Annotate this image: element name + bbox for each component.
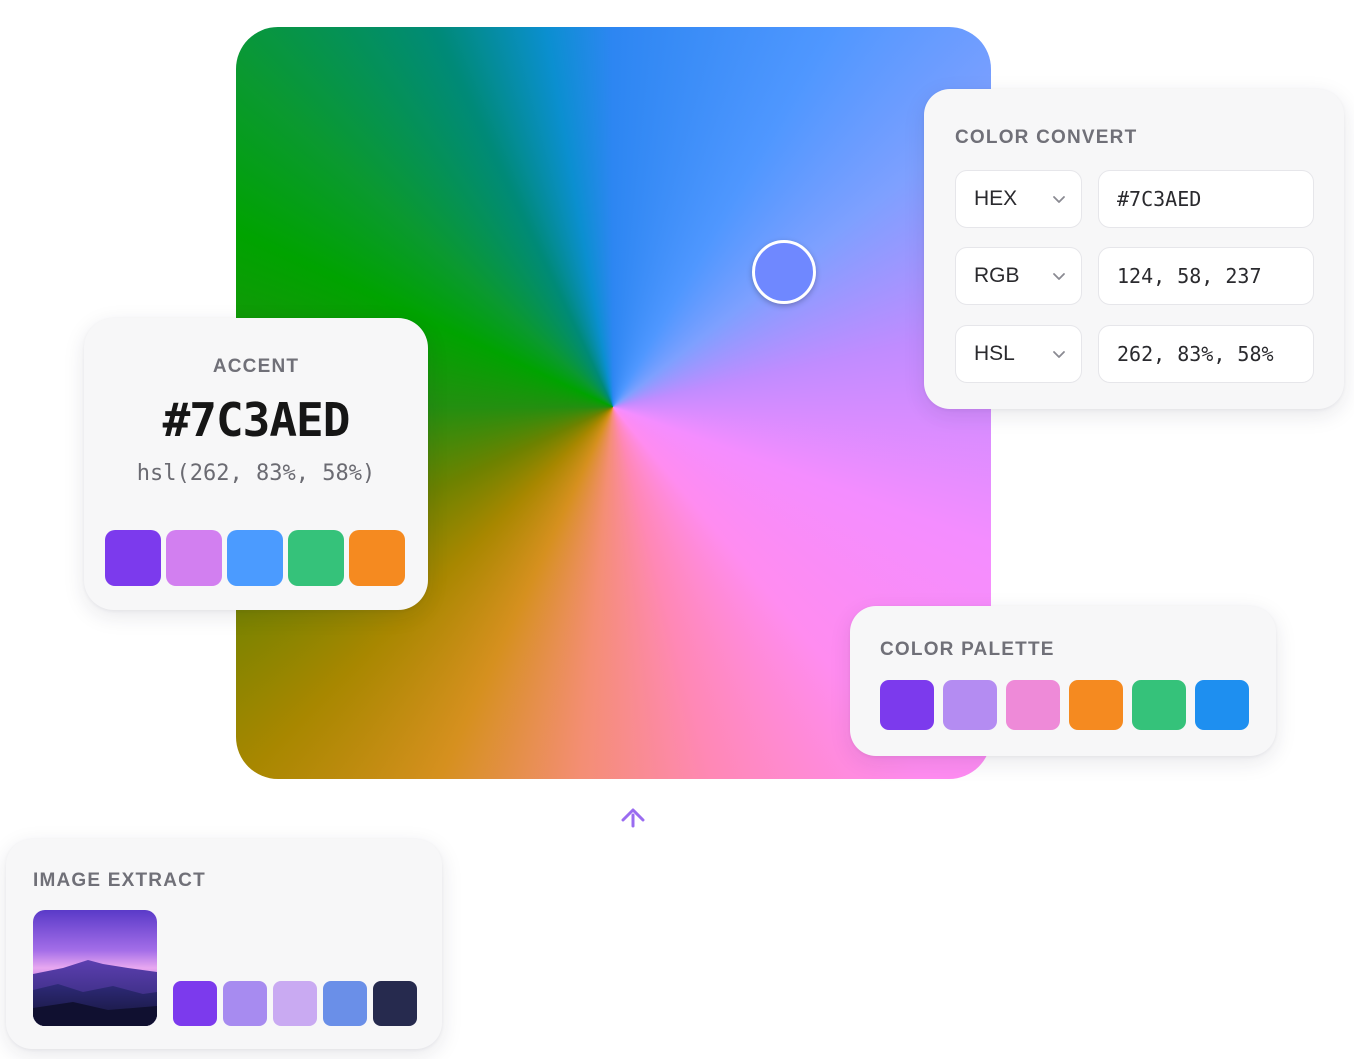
extract-swatches	[173, 981, 417, 1026]
format-select-hsl[interactable]: HSL	[955, 325, 1082, 383]
color-swatch[interactable]	[1006, 680, 1060, 730]
chevron-down-icon	[1053, 351, 1065, 358]
rgb-value-field[interactable]: 124, 58, 237	[1098, 247, 1314, 305]
image-extract-title: IMAGE EXTRACT	[33, 870, 206, 891]
image-extract-card: IMAGE EXTRACT	[6, 839, 442, 1049]
chevron-down-icon	[1053, 196, 1065, 203]
convert-row-rgb: RGB 124, 58, 237	[955, 247, 1314, 305]
format-select-label: HEX	[974, 187, 1018, 210]
color-swatch[interactable]	[166, 530, 222, 586]
color-swatch[interactable]	[323, 981, 367, 1026]
hsl-value-field[interactable]: 262, 83%, 58%	[1098, 325, 1314, 383]
accent-hex-value[interactable]: #7C3AED	[84, 393, 428, 447]
format-select-hex[interactable]: HEX	[955, 170, 1082, 228]
color-tools-stage: ACCENT #7C3AED hsl(262, 83%, 58%) COLOR …	[0, 0, 1354, 1059]
accent-title: ACCENT	[212, 356, 300, 377]
accent-hsl-value[interactable]: hsl(262, 83%, 58%)	[84, 461, 428, 486]
chevron-down-icon	[1053, 273, 1065, 280]
color-palette-card: COLOR PALETTE	[850, 606, 1276, 756]
color-palette-title: COLOR PALETTE	[880, 639, 1055, 660]
color-swatch[interactable]	[1069, 680, 1123, 730]
color-swatch[interactable]	[943, 680, 997, 730]
format-select-rgb[interactable]: RGB	[955, 247, 1082, 305]
color-swatch[interactable]	[273, 981, 317, 1026]
color-swatch[interactable]	[227, 530, 283, 586]
hex-value-field[interactable]: #7C3AED	[1098, 170, 1314, 228]
palette-swatches	[880, 680, 1249, 730]
format-select-label: RGB	[974, 264, 1020, 287]
color-convert-card: COLOR CONVERT HEX #7C3AED RGB 124, 58, 2…	[924, 89, 1344, 409]
color-swatch[interactable]	[880, 680, 934, 730]
color-swatch[interactable]	[288, 530, 344, 586]
accent-card: ACCENT #7C3AED hsl(262, 83%, 58%)	[84, 318, 428, 610]
source-image-thumbnail[interactable]	[33, 910, 157, 1026]
color-swatch[interactable]	[1195, 680, 1249, 730]
color-picker-handle[interactable]	[752, 240, 816, 304]
convert-row-hex: HEX #7C3AED	[955, 170, 1314, 228]
color-convert-title: COLOR CONVERT	[955, 127, 1138, 148]
chevron-up-icon[interactable]	[618, 804, 648, 830]
color-swatch[interactable]	[223, 981, 267, 1026]
accent-swatches	[105, 530, 405, 586]
color-swatch[interactable]	[349, 530, 405, 586]
color-swatch[interactable]	[373, 981, 417, 1026]
format-select-label: HSL	[974, 342, 1015, 365]
convert-row-hsl: HSL 262, 83%, 58%	[955, 325, 1314, 383]
color-swatch[interactable]	[105, 530, 161, 586]
color-swatch[interactable]	[1132, 680, 1186, 730]
color-swatch[interactable]	[173, 981, 217, 1026]
